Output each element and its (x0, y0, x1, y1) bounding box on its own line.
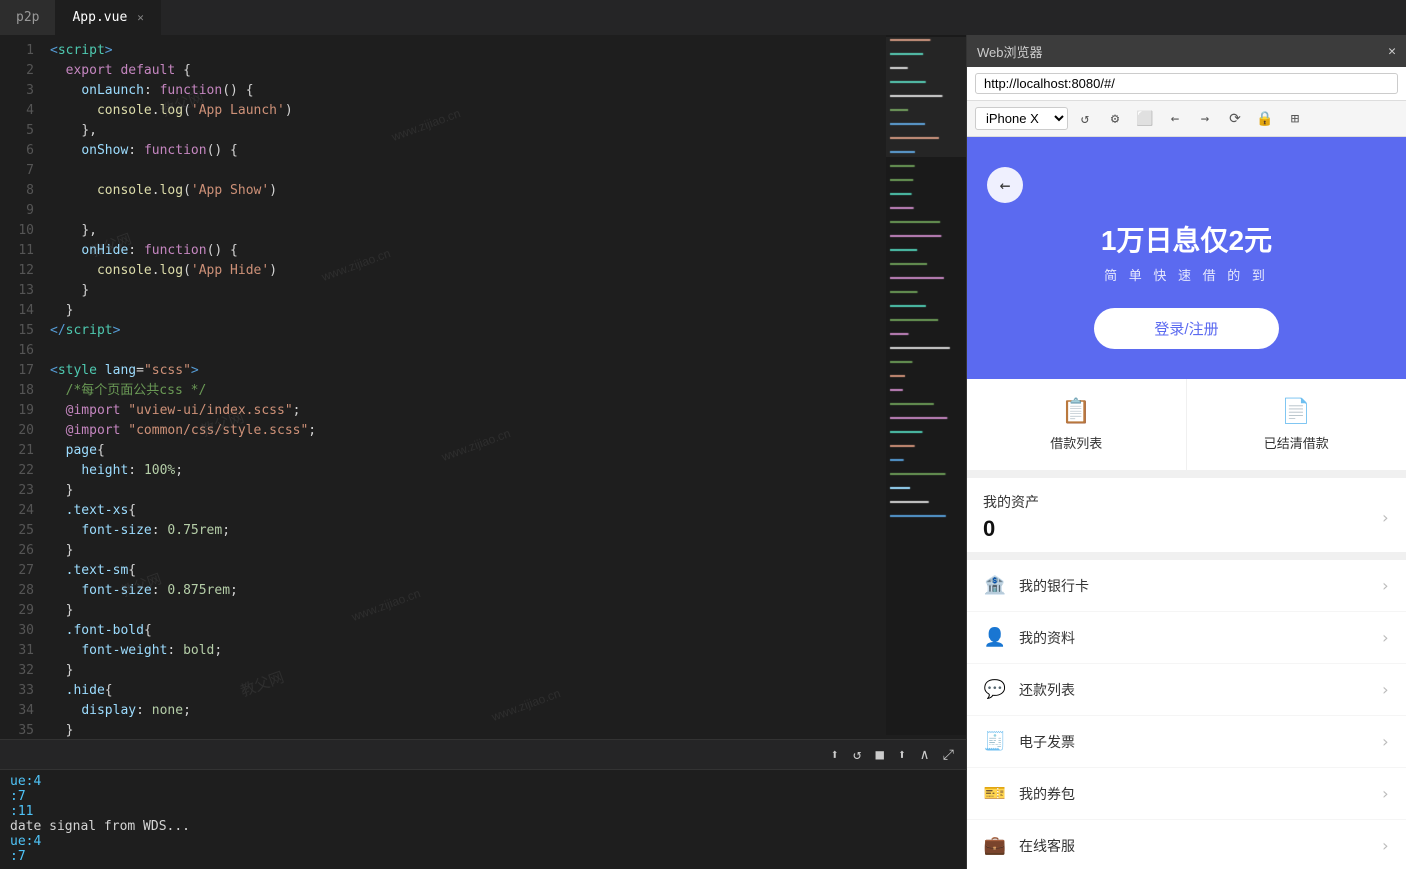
back-button[interactable]: ← (987, 167, 1023, 203)
code-content[interactable]: 教父网 www.zijiao.cn 教父网 www.zijiao.cn 教父网 … (40, 35, 886, 739)
back-arrow-icon: ← (1000, 175, 1011, 196)
browser-close-button[interactable]: ✕ (1388, 44, 1396, 59)
close-icon[interactable]: ✕ (137, 11, 144, 24)
line-numbers: 1234567891011121314151617181920212223242… (0, 35, 40, 739)
url-input[interactable] (975, 73, 1398, 94)
list-item-invoice[interactable]: 🧾 电子发票 › (967, 716, 1406, 768)
browser-titlebar: Web浏览器 ✕ (967, 35, 1406, 67)
loan-list-label: 借款列表 (1050, 433, 1102, 452)
invoice-label: 电子发票 (1019, 732, 1368, 752)
tab-app-vue[interactable]: App.vue ✕ (56, 0, 160, 35)
invoice-icon: 🧾 (983, 731, 1007, 752)
bank-card-label: 我的银行卡 (1019, 576, 1368, 596)
assets-arrow-icon: › (1380, 508, 1390, 527)
list-item-coupon[interactable]: 🎫 我的券包 › (967, 768, 1406, 820)
service-arrow-icon: › (1380, 836, 1390, 855)
status-link-7-2[interactable]: :7 (10, 849, 26, 864)
status-link-11[interactable]: :11 (10, 804, 33, 819)
menu-item-loan-list[interactable]: 📋 借款列表 (967, 379, 1187, 470)
service-label: 在线客服 (1019, 836, 1368, 856)
invoice-arrow-icon: › (1380, 732, 1390, 751)
code-container: 1234567891011121314151617181920212223242… (0, 35, 966, 739)
bottom-toolbar: ⬆ ↺ ■ ⬆ ∧ ⤢ (0, 740, 966, 770)
browser-panel: Web浏览器 ✕ iPhone X iPhone 12 iPad Custom … (966, 35, 1406, 869)
app-assets[interactable]: 我的资产 0 › (967, 478, 1406, 552)
banner-title: 1万日息仅2元 (987, 219, 1386, 259)
settings-browser-button[interactable]: ⚙ (1102, 106, 1128, 132)
status-line-2: :7 (10, 789, 956, 804)
service-icon: 💼 (983, 835, 1007, 856)
expand-icon[interactable]: ⤢ (941, 745, 956, 765)
status-link-7[interactable]: :7 (10, 789, 26, 804)
bank-card-icon: 🏦 (983, 575, 1007, 596)
repayment-icon: 💬 (983, 679, 1007, 700)
editor-area: 1234567891011121314151617181920212223242… (0, 35, 966, 869)
list-item-repayment[interactable]: 💬 还款列表 › (967, 664, 1406, 716)
lock-button[interactable]: 🔒 (1252, 106, 1278, 132)
list-item-bank-card[interactable]: 🏦 我的银行卡 › (967, 560, 1406, 612)
tab-p2p[interactable]: p2p (0, 0, 56, 35)
bank-card-arrow-icon: › (1380, 576, 1390, 595)
export-icon[interactable]: ⬆ (896, 745, 908, 765)
banner-subtitle: 简 单 快 速 借 的 到 (987, 265, 1386, 284)
assets-value: 0 (983, 516, 1039, 542)
coupon-label: 我的券包 (1019, 784, 1368, 804)
status-line-3: :11 (10, 804, 956, 819)
browser-addressbar (967, 67, 1406, 101)
assets-label: 我的资产 (983, 492, 1039, 512)
assets-row: 我的资产 0 › (983, 492, 1390, 542)
bottom-panel: ⬆ ↺ ■ ⬆ ∧ ⤢ ue:4 :7 :11 date signal from… (0, 739, 966, 869)
upload-icon[interactable]: ⬆ (829, 745, 841, 765)
profile-arrow-icon: › (1380, 628, 1390, 647)
app-list: 🏦 我的银行卡 › 👤 我的资料 › 💬 还款列表 › 🧾 电子发票 (967, 560, 1406, 869)
status-line-4: ue:4 (10, 834, 956, 849)
status-line-5: :7 (10, 849, 956, 864)
browser-toolbar: iPhone X iPhone 12 iPad Custom ↺ ⚙ ⬜ ← →… (967, 101, 1406, 137)
browser-title: Web浏览器 (977, 42, 1380, 61)
status-link-ue4[interactable]: ue:4 (10, 774, 41, 789)
fullscreen-button[interactable]: ⬜ (1132, 106, 1158, 132)
app-banner: ← 1万日息仅2元 简 单 快 速 借 的 到 登录/注册 (967, 137, 1406, 379)
login-register-button[interactable]: 登录/注册 (1094, 308, 1278, 349)
forward-browser-button[interactable]: → (1192, 106, 1218, 132)
device-select[interactable]: iPhone X iPhone 12 iPad Custom (975, 107, 1068, 130)
repayment-arrow-icon: › (1380, 680, 1390, 699)
menu-item-cleared-loan[interactable]: 📄 已结清借款 (1187, 379, 1406, 470)
minimap (886, 35, 966, 739)
list-item-service[interactable]: 💼 在线客服 › (967, 820, 1406, 869)
list-item-my-profile[interactable]: 👤 我的资料 › (967, 612, 1406, 664)
tab-p2p-label: p2p (16, 10, 39, 25)
cleared-loan-label: 已结清借款 (1264, 433, 1329, 452)
assets-info: 我的资产 0 (983, 492, 1039, 542)
refresh-icon[interactable]: ↺ (851, 745, 863, 765)
bottom-content: ue:4 :7 :11 date signal from WDS... ue:4… (0, 770, 966, 869)
repayment-label: 还款列表 (1019, 680, 1368, 700)
main-area: 1234567891011121314151617181920212223242… (0, 35, 1406, 869)
collapse-icon[interactable]: ∧ (918, 745, 930, 765)
profile-icon: 👤 (983, 627, 1007, 648)
status-message: date signal from WDS... (10, 819, 956, 834)
back-browser-button[interactable]: ← (1162, 106, 1188, 132)
grid-button[interactable]: ⊞ (1282, 106, 1308, 132)
refresh-browser-button[interactable]: ↺ (1072, 106, 1098, 132)
profile-label: 我的资料 (1019, 628, 1368, 648)
status-line-1: ue:4 (10, 774, 956, 789)
loan-list-icon: 📋 (1061, 397, 1091, 425)
minimap-highlight (886, 37, 966, 157)
reload-browser-button[interactable]: ⟳ (1222, 106, 1248, 132)
stop-icon[interactable]: ■ (873, 745, 885, 765)
app-menu-grid: 📋 借款列表 📄 已结清借款 (967, 379, 1406, 478)
cleared-loan-icon: 📄 (1281, 397, 1311, 425)
coupon-arrow-icon: › (1380, 784, 1390, 803)
tab-app-vue-label: App.vue (72, 10, 127, 25)
coupon-icon: 🎫 (983, 783, 1007, 804)
phone-preview: ← 1万日息仅2元 简 单 快 速 借 的 到 登录/注册 📋 借款列表 📄 已… (967, 137, 1406, 869)
tab-bar: p2p App.vue ✕ (0, 0, 1406, 35)
status-link-ue4-2[interactable]: ue:4 (10, 834, 41, 849)
